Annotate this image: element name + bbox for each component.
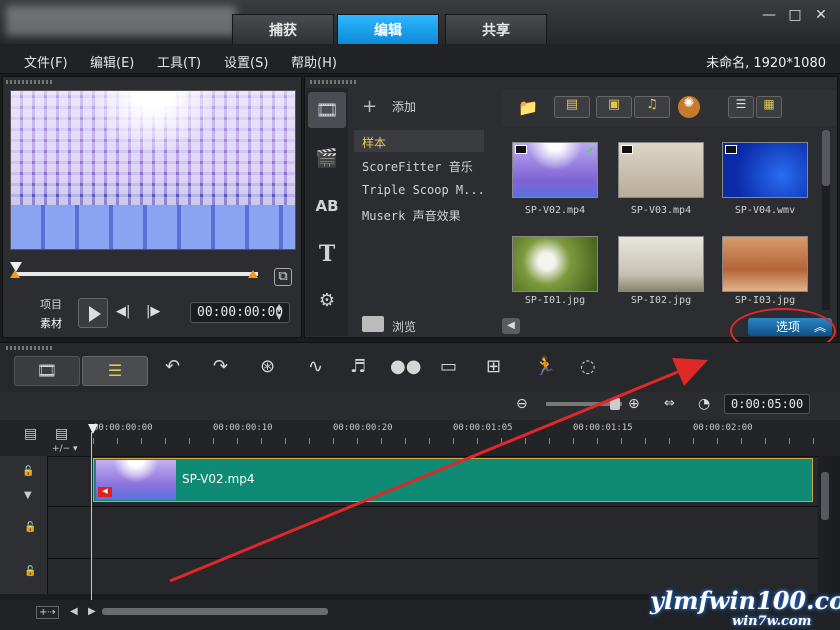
annotation-arrow <box>169 358 708 583</box>
watermark-main: ylmfwin100.com <box>650 586 840 615</box>
watermark-sub: win7w.com <box>732 614 812 629</box>
